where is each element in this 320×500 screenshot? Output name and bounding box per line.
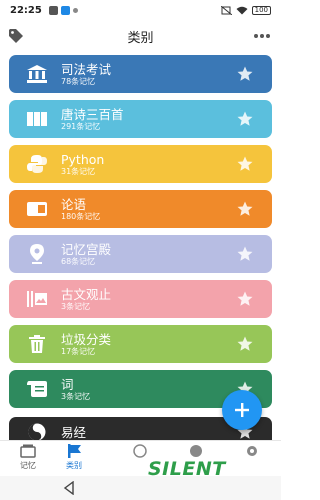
courthouse-icon — [25, 62, 49, 86]
status-left: 22:25 — [10, 5, 78, 16]
wifi-icon — [236, 6, 248, 14]
category-name: 词 — [61, 376, 74, 392]
page-title: 类别 — [127, 30, 154, 46]
category-count: 17条记忆 — [61, 346, 96, 356]
star-icon[interactable] — [236, 110, 254, 128]
notification-icon — [48, 5, 58, 15]
category-name: Python — [61, 151, 105, 167]
plus-icon — [235, 403, 249, 417]
dot-icon — [72, 7, 78, 13]
scroll-icon — [25, 377, 49, 401]
category-name: 司法考试 — [61, 61, 112, 77]
category-count: 78条记忆 — [61, 76, 96, 86]
category-count: 180条记忆 — [61, 211, 101, 221]
battery-icon: 100 — [251, 5, 271, 15]
no-sim-icon — [220, 5, 232, 15]
category-card-tang-poems[interactable]: 唐诗三百首 291条记忆 — [9, 100, 272, 138]
category-name: 易经 — [61, 424, 87, 440]
category-count: 3条记忆 — [61, 391, 91, 401]
star-icon[interactable] — [236, 245, 254, 263]
nav-item-memory[interactable]: 记忆 — [8, 444, 48, 474]
nav-item-settings[interactable] — [232, 444, 272, 474]
category-card-analects[interactable]: 论语 180条记忆 — [9, 190, 272, 228]
star-icon[interactable] — [236, 200, 254, 218]
back-triangle-icon[interactable] — [62, 481, 76, 495]
library-icon — [25, 287, 49, 311]
nav-label: 记忆 — [20, 461, 36, 470]
category-card-memory-palace[interactable]: 记忆宫殿 68条记忆 — [9, 235, 272, 273]
category-name: 古文观止 — [61, 286, 112, 302]
status-bar: 22:25 100 — [0, 0, 281, 20]
add-category-button[interactable] — [222, 390, 262, 430]
flag-icon — [68, 444, 81, 458]
nav-label: 类别 — [66, 461, 82, 470]
tag-icon[interactable] — [8, 28, 24, 44]
star-icon[interactable] — [236, 155, 254, 173]
compass-icon — [190, 445, 202, 457]
app-header: 类别 — [0, 22, 281, 50]
card-stack-icon — [20, 444, 36, 458]
id-card-icon — [25, 197, 49, 221]
app-notification-icon — [60, 5, 70, 15]
category-name: 垃圾分类 — [61, 331, 112, 347]
location-pin-icon — [25, 242, 49, 266]
category-card-python[interactable]: Python 31条记忆 — [9, 145, 272, 183]
category-count: 291条记忆 — [61, 121, 101, 131]
category-card-judicial-exam[interactable]: 司法考试 78条记忆 — [9, 55, 272, 93]
status-right: 100 — [220, 5, 271, 15]
star-icon[interactable] — [236, 335, 254, 353]
category-count: 31条记忆 — [61, 166, 96, 176]
category-name: 唐诗三百首 — [61, 106, 124, 122]
book-open-icon — [25, 107, 49, 131]
nav-item-category[interactable]: 类别 — [54, 444, 94, 474]
status-time: 22:25 — [10, 4, 42, 16]
category-count: 3条记忆 — [61, 301, 91, 311]
trash-icon — [25, 332, 49, 356]
battery-level: 100 — [254, 6, 268, 14]
category-name: 记忆宫殿 — [61, 241, 112, 257]
category-card-garbage-sorting[interactable]: 垃圾分类 17条记忆 — [9, 325, 272, 363]
category-count: 68条记忆 — [61, 256, 96, 266]
star-icon[interactable] — [236, 65, 254, 83]
gear-icon — [247, 446, 257, 456]
clock-icon — [133, 444, 147, 458]
category-name: 论语 — [61, 196, 87, 212]
system-nav-bar — [0, 476, 281, 500]
category-card-classical-prose[interactable]: 古文观止 3条记忆 — [9, 280, 272, 318]
more-options-icon[interactable] — [253, 30, 271, 42]
python-icon — [25, 152, 49, 176]
star-icon[interactable] — [236, 290, 254, 308]
